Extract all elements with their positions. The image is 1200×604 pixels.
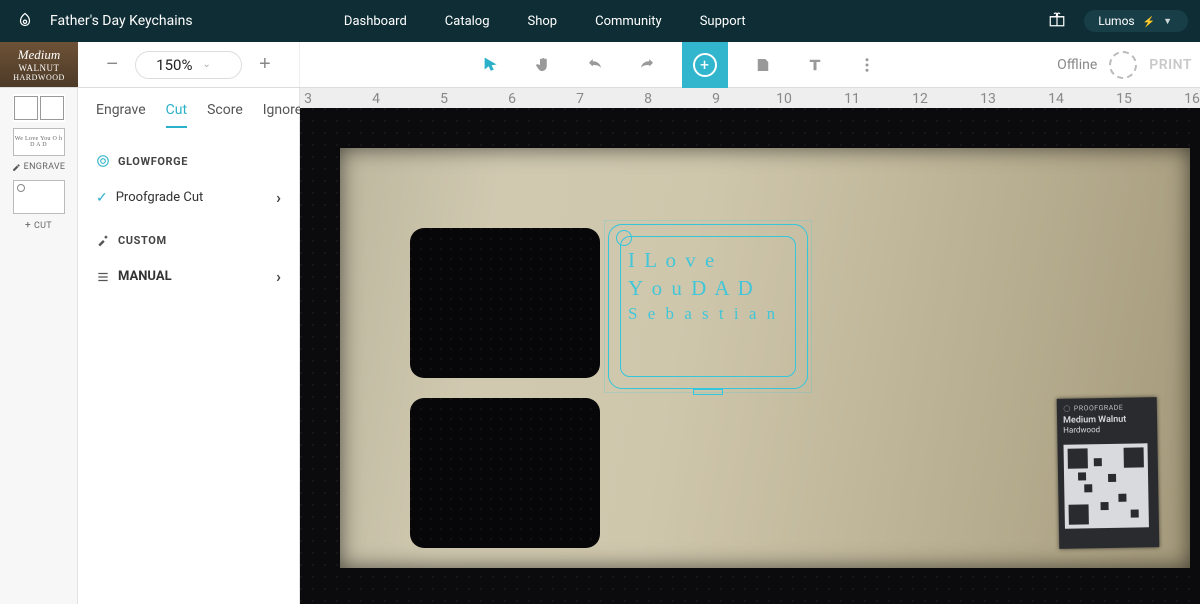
bolt-icon — [1143, 14, 1155, 28]
tab-engrave[interactable]: Engrave — [96, 102, 146, 128]
ruler-tick: 16 — [1184, 91, 1200, 107]
import-artwork-button[interactable] — [746, 48, 780, 82]
user-menu[interactable]: Lumos ▼ — [1084, 10, 1188, 32]
proofgrade-sticker: PROOFGRADE Medium Walnut Hardwood — [1057, 397, 1160, 549]
layer-label-engrave: ENGRAVE — [12, 162, 66, 172]
ruler-tick: 9 — [712, 91, 720, 107]
selected-design[interactable]: I L o v e Y o u D A D S e b a s t i a n — [608, 224, 808, 389]
previous-cut-b — [410, 398, 600, 548]
chevron-right-icon: › — [276, 188, 281, 207]
zoom-select[interactable]: 150% ⌄ — [135, 51, 242, 79]
ruler-tick: 14 — [1048, 91, 1064, 107]
ruler-tick: 7 — [576, 91, 584, 107]
zoom-out-button[interactable]: − — [99, 52, 125, 78]
chevron-right-icon: › — [276, 267, 281, 286]
status-offline: Offline — [1057, 57, 1097, 73]
material-line3: HARDWOOD — [13, 73, 65, 82]
material-line1: Medium — [18, 47, 61, 63]
redo-button[interactable] — [630, 48, 664, 82]
plus-icon: + — [25, 220, 31, 231]
chevron-down-icon: ⌄ — [202, 59, 210, 70]
section-custom: CUSTOM — [96, 233, 281, 247]
ruler-tick: 13 — [980, 91, 996, 107]
gift-icon[interactable] — [1048, 10, 1066, 32]
plus-circle-icon: + — [693, 53, 717, 77]
add-shape-button[interactable]: + — [682, 42, 728, 88]
tools-icon — [96, 233, 110, 247]
check-icon: ✓ — [96, 190, 108, 206]
user-name: Lumos — [1098, 14, 1134, 28]
print-controls: Offline PRINT — [1057, 42, 1200, 87]
tab-cut[interactable]: Cut — [166, 102, 187, 128]
ruler-tick: 12 — [912, 91, 928, 107]
text-tool[interactable] — [798, 48, 832, 82]
option-manual[interactable]: MANUAL › — [96, 257, 281, 296]
ruler-tick: 6 — [508, 91, 516, 107]
settings-panel: Engrave Cut Score Ignore GLOWFORGE ✓ Pro… — [78, 88, 300, 604]
glowforge-icon — [96, 154, 110, 168]
undo-button[interactable] — [578, 48, 612, 82]
project-title[interactable]: Father's Day Keychains — [38, 13, 193, 29]
tab-ignore[interactable]: Ignore — [263, 102, 302, 128]
layer-label-cut: + CUT — [25, 220, 52, 231]
option-proofgrade-cut[interactable]: ✓ Proofgrade Cut › — [96, 178, 281, 217]
main-nav: Dashboard Catalog Shop Community Support — [344, 14, 746, 29]
qr-code-icon — [1064, 443, 1149, 528]
sliders-icon — [96, 270, 110, 284]
material-line2: WALNUT — [19, 63, 60, 73]
nav-dashboard[interactable]: Dashboard — [344, 14, 407, 29]
nav-support[interactable]: Support — [700, 14, 746, 29]
toolbar: Medium WALNUT HARDWOOD − 150% ⌄ + + — [0, 42, 1200, 88]
canvas-tools: + — [300, 42, 1057, 87]
nav-community[interactable]: Community — [595, 14, 662, 29]
canvas[interactable]: 3 4 5 6 7 8 9 10 11 12 13 14 15 16 I L o v e Y o u D … — [300, 88, 1200, 604]
ruler-tick: 5 — [440, 91, 448, 107]
chevron-down-icon: ▼ — [1163, 16, 1172, 27]
ruler-tick: 4 — [372, 91, 380, 107]
layer-thumb-shapes[interactable] — [13, 94, 65, 122]
main-area: We Love You O h D A D ENGRAVE + CUT Engr… — [0, 88, 1200, 604]
zoom-in-button[interactable]: + — [252, 52, 278, 78]
zoom-controls: − 150% ⌄ + — [78, 42, 300, 87]
ruler-tick: 10 — [776, 91, 792, 107]
resize-handle[interactable] — [693, 389, 723, 395]
printer-status-icon[interactable] — [1109, 51, 1137, 79]
ruler-tick: 3 — [304, 91, 312, 107]
section-glowforge: GLOWFORGE — [96, 154, 281, 168]
sticker-brand: PROOFGRADE — [1063, 403, 1151, 413]
nav-shop[interactable]: Shop — [528, 14, 558, 29]
keychain-hole — [616, 230, 632, 246]
material-sheet: I L o v e Y o u D A D S e b a s t i a n … — [340, 148, 1190, 568]
top-bar: Father's Day Keychains Dashboard Catalog… — [0, 0, 1200, 42]
zoom-value: 150% — [156, 56, 192, 74]
layer-strip: We Love You O h D A D ENGRAVE + CUT — [0, 88, 78, 604]
engrave-text: I L o v e Y o u D A D S e b a s t i a n — [628, 246, 792, 373]
previous-cut-a — [410, 228, 600, 378]
material-selector[interactable]: Medium WALNUT HARDWOOD — [0, 42, 78, 87]
operation-tabs: Engrave Cut Score Ignore — [96, 102, 281, 138]
hand-tool[interactable] — [526, 48, 560, 82]
print-button[interactable]: PRINT — [1149, 57, 1192, 73]
app-logo-icon[interactable] — [12, 12, 38, 30]
ruler-tick: 8 — [644, 91, 652, 107]
nav-catalog[interactable]: Catalog — [445, 14, 490, 29]
layer-thumb-engrave[interactable]: We Love You O h D A D — [13, 128, 65, 156]
tab-score[interactable]: Score — [207, 102, 243, 128]
layer-thumb-cut[interactable] — [13, 180, 65, 214]
ruler-horizontal: 3 4 5 6 7 8 9 10 11 12 13 14 15 16 — [300, 88, 1200, 108]
ruler-tick: 11 — [844, 91, 860, 107]
select-tool[interactable] — [474, 48, 508, 82]
more-menu[interactable] — [850, 48, 884, 82]
ruler-tick: 15 — [1116, 91, 1132, 107]
